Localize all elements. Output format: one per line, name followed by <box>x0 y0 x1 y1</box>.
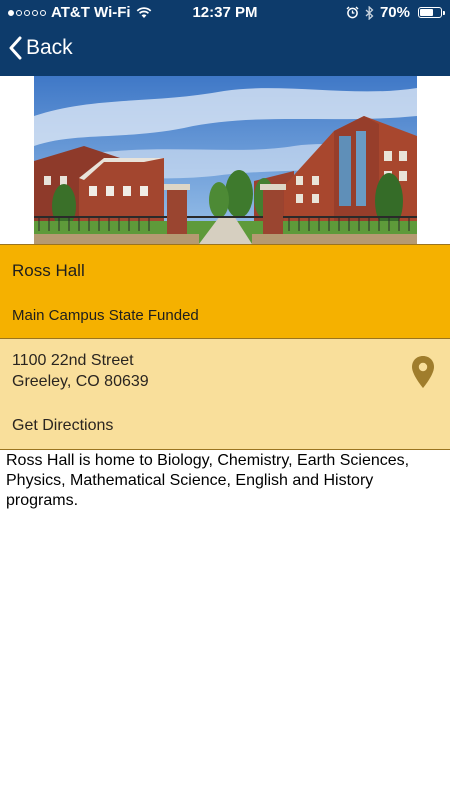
battery-percent: 70% <box>379 4 410 21</box>
nav-bar: Back <box>0 26 450 76</box>
battery-fill <box>420 9 433 16</box>
battery-icon <box>418 7 445 18</box>
building-title-section: Ross Hall Main Campus State Funded <box>0 244 450 338</box>
get-directions-link[interactable]: Get Directions <box>12 417 113 435</box>
back-button[interactable]: Back <box>8 36 73 60</box>
bluetooth-icon <box>365 5 374 20</box>
building-category: Main Campus State Funded <box>12 307 199 324</box>
building-photo <box>34 76 417 244</box>
building-description: Ross Hall is home to Biology, Chemistry,… <box>6 452 410 509</box>
back-label: Back <box>26 36 73 59</box>
status-right: 70% <box>346 4 445 21</box>
building-name: Ross Hall <box>12 261 85 280</box>
status-bar: AT&T Wi-Fi 12:37 PM 70% <box>0 0 450 26</box>
address-section: 1100 22nd Street Greeley, CO 80639 Get D… <box>0 338 450 450</box>
map-pin-icon[interactable] <box>410 355 436 389</box>
screen: AT&T Wi-Fi 12:37 PM 70% Back Ross Hall M… <box>0 0 450 800</box>
alarm-icon <box>346 6 359 19</box>
address-city: Greeley, CO 80639 <box>12 373 149 390</box>
chevron-left-icon <box>9 36 22 60</box>
address-street: 1100 22nd Street <box>12 352 134 369</box>
